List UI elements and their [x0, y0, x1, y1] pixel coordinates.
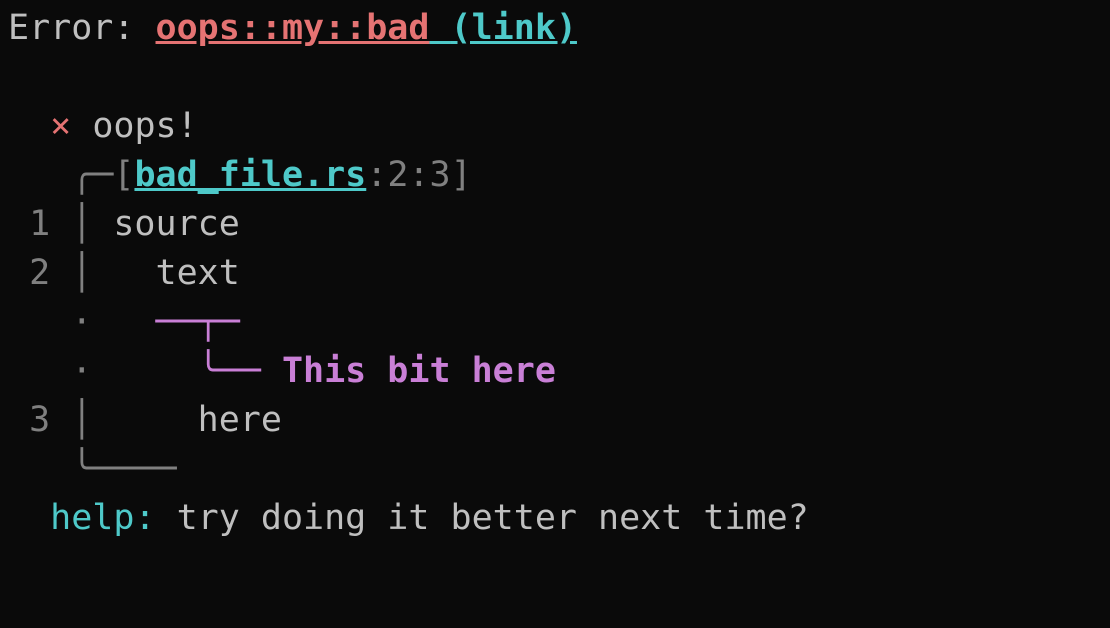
msg-indent — [8, 106, 50, 146]
file-col: 3 — [429, 155, 450, 195]
file-line: 2 — [387, 155, 408, 195]
error-docs-link[interactable]: (link) — [451, 8, 577, 48]
hl2-indent — [113, 351, 197, 391]
source-file-link[interactable]: bad_file.rs — [134, 155, 366, 195]
file-indent — [8, 155, 71, 195]
gutter-hl1: · — [8, 302, 113, 342]
source-line-3-indent — [113, 400, 197, 440]
gutter-hl2: · — [8, 351, 113, 391]
file-colon1: : — [366, 155, 387, 195]
error-cross-icon: × — [50, 106, 71, 146]
gutter-2: 2 │ — [8, 253, 113, 293]
highlight-label: This bit here — [282, 351, 556, 391]
source-line-3: here — [198, 400, 282, 440]
file-lbracket: [ — [113, 155, 134, 195]
terminal-output: Error: oops::my::bad (link) × oops! ╭─[b… — [0, 0, 1110, 547]
help-indent — [8, 498, 50, 538]
error-code-link[interactable]: oops::my::bad — [156, 8, 430, 48]
box-bottom-corner-icon: ╰──── — [71, 449, 176, 489]
source-line-2: text — [156, 253, 240, 293]
error-link-space — [429, 8, 450, 48]
hl1-indent — [113, 302, 155, 342]
highlight-underline-icon: ──┬─ — [156, 302, 240, 342]
file-colon2: : — [408, 155, 429, 195]
source-line-1: source — [113, 204, 239, 244]
file-rbracket: ] — [451, 155, 472, 195]
help-text: try doing it better next time? — [177, 498, 809, 538]
gutter-3: 3 │ — [8, 400, 113, 440]
msg-space — [71, 106, 92, 146]
error-prefix: Error: — [8, 8, 156, 48]
highlight-arrow-icon: ╰── — [198, 351, 282, 391]
gutter-1: 1 │ — [8, 204, 113, 244]
source-line-2-indent — [113, 253, 155, 293]
end-indent — [8, 449, 71, 489]
box-top-corner-icon: ╭─ — [71, 155, 113, 195]
help-label: help: — [50, 498, 176, 538]
error-message: oops! — [92, 106, 197, 146]
